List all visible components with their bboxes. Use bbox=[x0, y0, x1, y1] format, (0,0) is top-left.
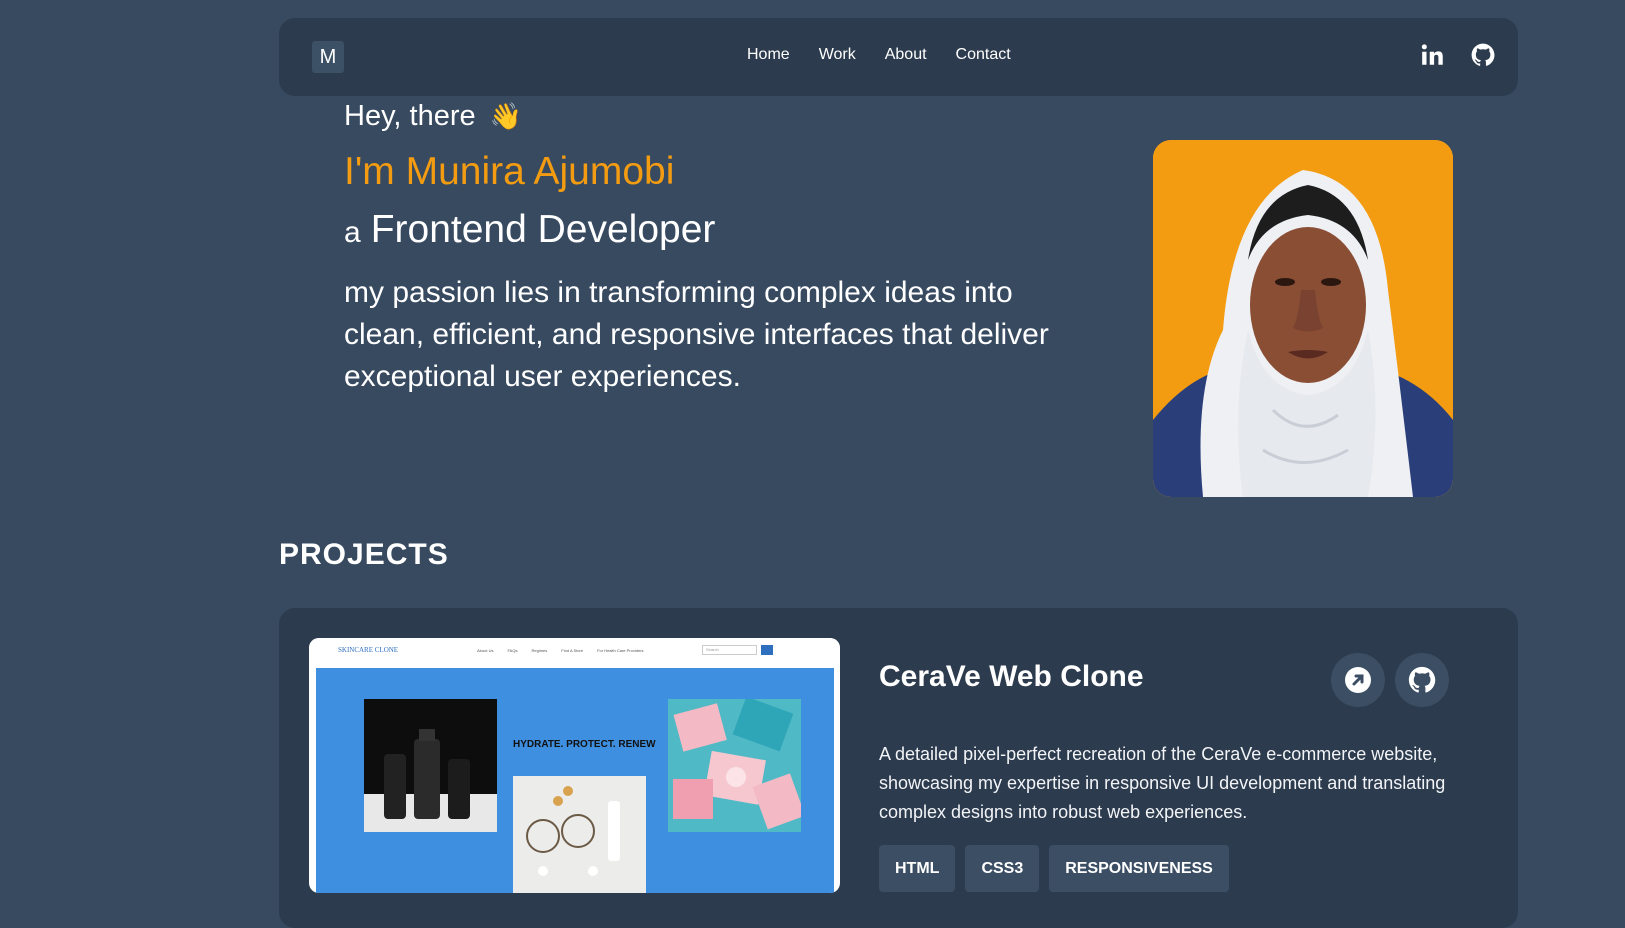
project-tags: HTML CSS3 RESPONSIVENESS bbox=[879, 845, 1229, 892]
navbar: M Home Work About Contact bbox=[279, 18, 1518, 96]
thumb-menu: About Us FAQs Regimes Find A Store For H… bbox=[477, 648, 644, 653]
github-icon[interactable] bbox=[1470, 42, 1496, 68]
thumb-search: Search bbox=[702, 645, 757, 655]
tag-responsiveness: RESPONSIVENESS bbox=[1049, 845, 1229, 892]
role-title: Frontend Developer bbox=[370, 208, 716, 251]
thumb-photo-bottles bbox=[364, 699, 497, 832]
hero-role: a Frontend Developer bbox=[344, 208, 715, 252]
thumb-photo-pink-boxes bbox=[668, 699, 801, 832]
nav-links: Home Work About Contact bbox=[747, 46, 1040, 64]
thumb-photo-flatlay bbox=[513, 776, 646, 893]
tag-html: HTML bbox=[879, 845, 956, 892]
hero-description: my passion lies in transforming complex … bbox=[344, 276, 1049, 393]
thumb-menu-item: Find A Store bbox=[561, 648, 584, 653]
project-card: SKINCARE CLONE About Us FAQs Regimes Fin… bbox=[279, 608, 1518, 928]
projects-heading: PROJECTS bbox=[279, 538, 449, 571]
project-thumbnail[interactable]: SKINCARE CLONE About Us FAQs Regimes Fin… bbox=[309, 638, 840, 893]
github-repo-button[interactable] bbox=[1395, 653, 1449, 707]
wave-emoji: 👋 bbox=[489, 101, 523, 131]
social-links bbox=[1420, 42, 1496, 68]
logo[interactable]: M bbox=[312, 41, 344, 73]
thumb-search-button bbox=[761, 645, 773, 655]
thumb-menu-item: FAQs bbox=[507, 648, 518, 653]
thumb-menu-item: For Health Care Providers bbox=[597, 648, 644, 653]
external-link-button[interactable] bbox=[1331, 653, 1385, 707]
project-actions bbox=[1331, 653, 1449, 707]
tag-css3: CSS3 bbox=[965, 845, 1040, 892]
project-title: CeraVe Web Clone bbox=[879, 660, 1144, 693]
thumb-hero: HYDRATE. PROTECT. RENEW bbox=[316, 668, 834, 893]
thumb-tagline: HYDRATE. PROTECT. RENEW bbox=[513, 739, 656, 750]
external-link-icon bbox=[1345, 667, 1371, 693]
nav-link-work[interactable]: Work bbox=[819, 46, 856, 64]
thumb-navbar: SKINCARE CLONE About Us FAQs Regimes Fin… bbox=[309, 638, 840, 668]
linkedin-icon[interactable] bbox=[1420, 42, 1446, 68]
hero-greeting: Hey, there 👋 bbox=[344, 100, 522, 133]
greeting-text: Hey, there bbox=[344, 100, 476, 132]
nav-link-home[interactable]: Home bbox=[747, 46, 790, 64]
github-icon bbox=[1408, 666, 1436, 693]
nav-link-contact[interactable]: Contact bbox=[956, 46, 1011, 64]
thumb-menu-item: About Us bbox=[477, 648, 494, 653]
role-prefix: a bbox=[344, 216, 361, 249]
thumb-brand: SKINCARE CLONE bbox=[338, 646, 399, 654]
thumb-menu-item: Regimes bbox=[531, 648, 548, 653]
project-description: A detailed pixel-perfect recreation of t… bbox=[879, 744, 1446, 822]
nav-link-about[interactable]: About bbox=[885, 46, 927, 64]
profile-photo bbox=[1153, 140, 1453, 497]
hero-name: I'm Munira Ajumobi bbox=[344, 150, 675, 193]
